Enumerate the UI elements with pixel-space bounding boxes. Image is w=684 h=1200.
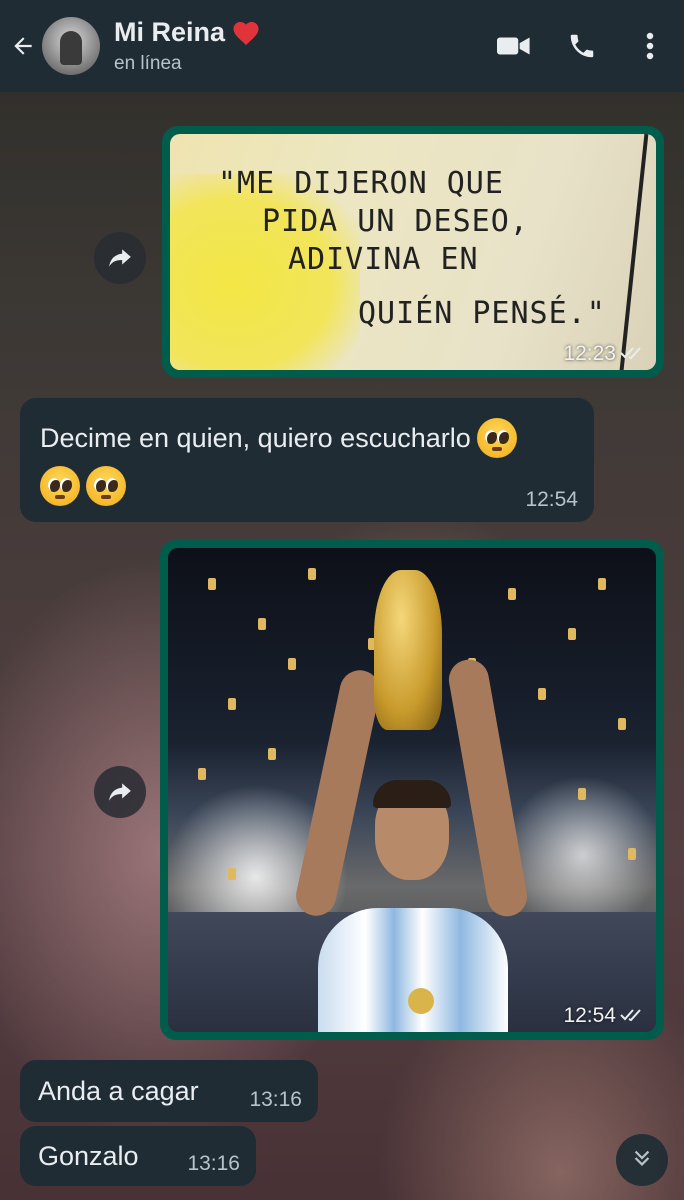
chat-header: Mi Reina en línea <box>0 0 684 92</box>
incoming-text-message[interactable]: Gonzalo 13:16 <box>20 1126 256 1186</box>
message-text: Decime en quien, quiero escucharlo <box>40 423 471 453</box>
more-options-icon[interactable] <box>630 26 670 66</box>
double-chevron-down-icon <box>631 1147 653 1174</box>
outgoing-image-message[interactable]: 12:54 <box>160 540 664 1040</box>
back-arrow-icon[interactable] <box>6 29 40 63</box>
quote-line: ADIVINA EN <box>288 242 479 277</box>
message-text: Gonzalo <box>38 1140 139 1171</box>
quote-image[interactable]: "ME DIJERON QUE PIDA UN DESEO, ADIVINA E… <box>170 134 656 370</box>
pleading-face-emoji <box>86 466 126 506</box>
incoming-text-message[interactable]: Anda a cagar 13:16 <box>20 1060 318 1122</box>
scroll-down-button[interactable] <box>616 1134 668 1186</box>
heart-icon <box>231 18 261 46</box>
message-time: 12:54 <box>563 1004 616 1027</box>
double-check-icon <box>620 342 644 366</box>
incoming-text-message[interactable]: Decime en quien, quiero escucharlo 12:54 <box>20 398 594 522</box>
message-time: 13:16 <box>187 1152 240 1175</box>
trophy-photo[interactable] <box>168 548 656 1032</box>
trophy <box>374 570 442 730</box>
message-text: Anda a cagar <box>38 1075 199 1106</box>
double-check-icon <box>620 1004 644 1028</box>
forward-button[interactable] <box>94 232 146 284</box>
forward-button[interactable] <box>94 766 146 818</box>
contact-info[interactable]: Mi Reina en línea <box>114 17 466 75</box>
message-time: 12:54 <box>525 488 578 511</box>
online-status: en línea <box>114 53 182 74</box>
pleading-face-emoji <box>476 418 517 458</box>
quote-line: PIDA UN DESEO, <box>262 204 529 239</box>
quote-line: "ME DIJERON QUE <box>218 166 504 201</box>
avatar[interactable] <box>42 17 100 75</box>
video-call-icon[interactable] <box>494 26 534 66</box>
message-time: 13:16 <box>249 1088 302 1111</box>
phone-icon[interactable] <box>562 26 602 66</box>
contact-name: Mi Reina <box>114 17 226 47</box>
outgoing-image-message[interactable]: "ME DIJERON QUE PIDA UN DESEO, ADIVINA E… <box>162 126 664 378</box>
quote-line: QUIÉN PENSÉ." <box>358 296 606 331</box>
message-time: 12:23 <box>563 342 616 365</box>
pleading-face-emoji <box>40 466 80 506</box>
